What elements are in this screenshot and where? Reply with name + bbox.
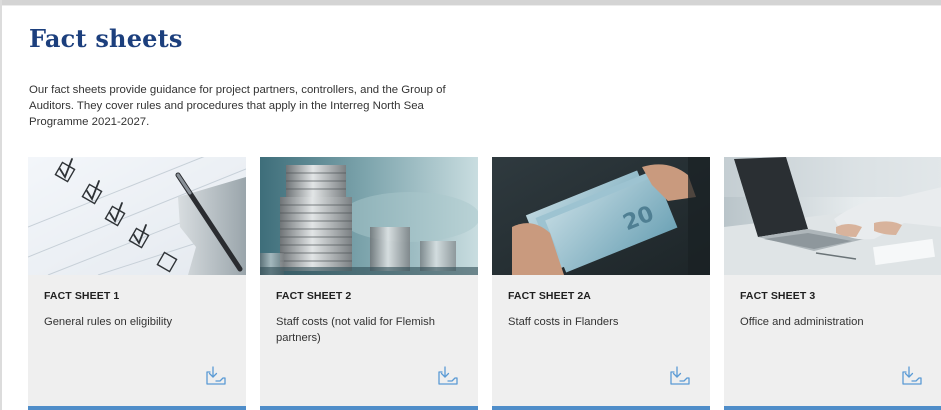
card-title[interactable]: General rules on eligibility [44, 314, 234, 330]
fact-sheet-card-2[interactable]: FACT SHEET 2 Staff costs (not valid for … [260, 157, 478, 410]
card-title[interactable]: Office and administration [740, 314, 930, 330]
card-title[interactable]: Staff costs (not valid for Flemish partn… [276, 314, 466, 346]
fact-sheet-cards: FACT SHEET 1 General rules on eligibilit… [28, 157, 941, 410]
card-kicker: FACT SHEET 1 [44, 290, 120, 302]
fact-sheet-card-4[interactable]: FACT SHEET 3 Office and administration [724, 157, 941, 410]
fact-sheet-card-1[interactable]: FACT SHEET 1 General rules on eligibilit… [28, 157, 246, 410]
card-accent-bar [492, 406, 710, 410]
card-kicker: FACT SHEET 2 [276, 290, 352, 302]
card-accent-bar [28, 406, 246, 410]
laptop-office-photo[interactable] [724, 157, 941, 275]
download-icon[interactable] [437, 365, 459, 387]
card-accent-bar [724, 406, 941, 410]
card-kicker: FACT SHEET 2A [508, 290, 591, 302]
left-border [0, 0, 2, 410]
checklist-with-pen-photo[interactable] [28, 157, 246, 275]
card-kicker: FACT SHEET 3 [740, 290, 816, 302]
intro-text: Our fact sheets provide guidance for pro… [29, 84, 446, 128]
coin-stacks-photo[interactable] [260, 157, 478, 275]
euro-banknotes-photo[interactable]: 20 [492, 157, 710, 275]
download-icon[interactable] [205, 365, 227, 387]
card-title[interactable]: Staff costs in Flanders [508, 314, 698, 330]
top-border-shadow [0, 5, 941, 6]
page-title: Fact sheets [29, 24, 183, 53]
download-icon[interactable] [901, 365, 923, 387]
download-icon[interactable] [669, 365, 691, 387]
fact-sheet-card-3[interactable]: 20 FACT SHEET 2A Staff costs in Flanders [492, 157, 710, 410]
card-accent-bar [260, 406, 478, 410]
